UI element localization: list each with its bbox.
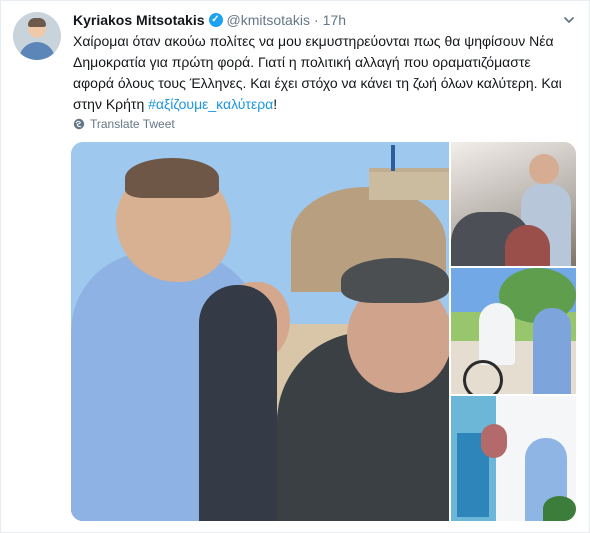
- green-plant: [543, 496, 576, 521]
- politician-shirt: [533, 308, 571, 394]
- photo-top-right[interactable]: [451, 142, 576, 266]
- globe-icon: [73, 118, 85, 130]
- tweet-text: Χαίρομαι όταν ακούω πολίτες να μου εκμυσ…: [73, 31, 571, 115]
- tweet-header: Kyriakos Mitsotakis ✓ @kmitsotakis · 17h: [73, 11, 346, 29]
- avatar-hair: [28, 18, 46, 27]
- fortress-wall: [369, 168, 449, 200]
- photo-middle-right[interactable]: [451, 268, 576, 394]
- tweet-text-suffix: !: [273, 96, 278, 112]
- greeting-man-hair: [125, 158, 219, 198]
- tweet-text-line-4: στην Κρήτη: [73, 96, 149, 112]
- cyclist: [479, 303, 515, 365]
- bystander: [199, 285, 277, 521]
- bicycle-wheel: [463, 360, 503, 394]
- chevron-down-icon[interactable]: [563, 14, 575, 26]
- flag: [391, 145, 395, 171]
- author-name[interactable]: Kyriakos Mitsotakis: [73, 12, 205, 28]
- tweet-time[interactable]: 17h: [323, 12, 346, 28]
- tweet-text-line-3: αφορά όλους τους Έλληνες. Και έχει στόχο…: [73, 75, 562, 91]
- standing-man: [529, 154, 559, 184]
- photo-bottom-right[interactable]: [451, 396, 576, 521]
- smiling-woman: [505, 225, 550, 266]
- meta-separator: ·: [313, 12, 319, 28]
- translate-tweet-link[interactable]: Translate Tweet: [73, 117, 175, 131]
- hashtag-link[interactable]: #αξίζουμε_καλύτερα: [148, 96, 273, 112]
- tweet-text-line-2: Δημοκρατία για πρώτη φορά. Γιατί η πολιτ…: [73, 54, 531, 70]
- main-photo[interactable]: [71, 142, 449, 521]
- tweet-photo-grid[interactable]: [71, 142, 576, 521]
- tweet-card: Kyriakos Mitsotakis ✓ @kmitsotakis · 17h…: [0, 0, 590, 533]
- woman-on-steps: [481, 424, 507, 458]
- translate-label: Translate Tweet: [90, 117, 175, 131]
- avatar-shoulders: [19, 42, 55, 60]
- tweet-text-line-1: Χαίρομαι όταν ακούω πολίτες να μου εκμυσ…: [73, 33, 554, 49]
- author-handle[interactable]: @kmitsotakis: [227, 12, 310, 28]
- author-avatar[interactable]: [13, 12, 61, 60]
- flat-cap: [341, 258, 449, 303]
- verified-badge-icon: ✓: [208, 13, 223, 27]
